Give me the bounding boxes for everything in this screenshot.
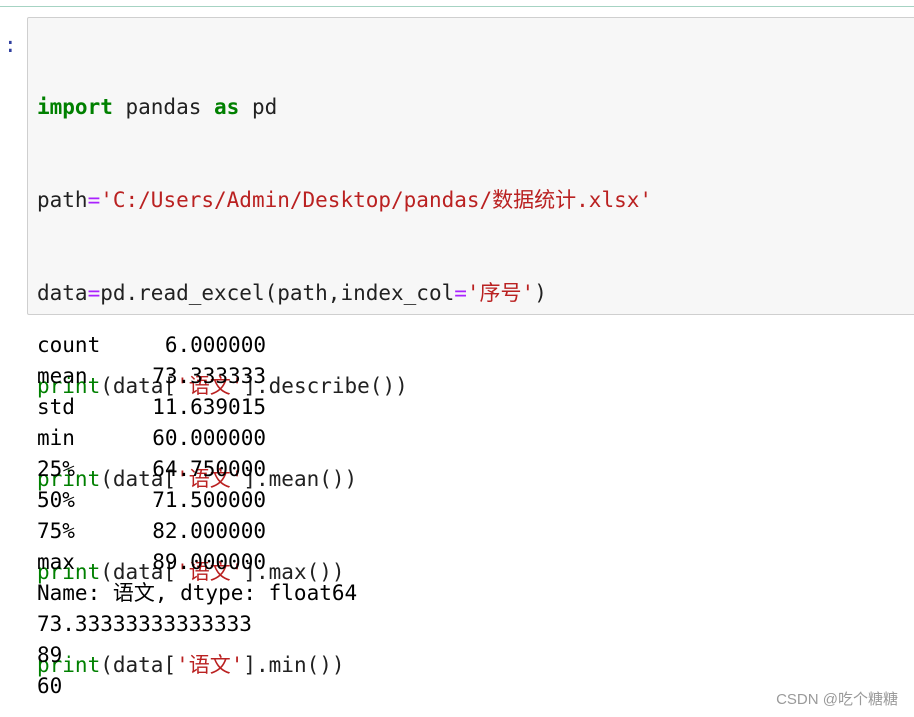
describe-row: std 11.639015 bbox=[37, 392, 357, 423]
describe-row: max 89.000000 bbox=[37, 547, 357, 578]
keyword-import: import bbox=[37, 95, 113, 119]
variable-data: data bbox=[37, 281, 88, 305]
code-call: pd.read_excel(path,index_col bbox=[100, 281, 455, 305]
code-text: pandas bbox=[112, 95, 215, 119]
stat-key: max bbox=[37, 550, 75, 574]
stat-key: std bbox=[37, 395, 75, 419]
code-line-1: import pandas as pd bbox=[37, 92, 652, 123]
stat-value: 6.000000 bbox=[164, 333, 266, 357]
string-index-col: '序号' bbox=[466, 281, 535, 305]
cell-separator bbox=[0, 6, 914, 7]
stat-key: 75% bbox=[37, 519, 75, 543]
input-prompt: : bbox=[4, 33, 17, 57]
describe-row: count 6.000000 bbox=[37, 330, 357, 361]
describe-row: min 60.000000 bbox=[37, 423, 357, 454]
min-output: 60 bbox=[37, 674, 63, 698]
code-line-2: path='C:/Users/Admin/Desktop/pandas/数据统计… bbox=[37, 185, 652, 216]
watermark: CSDN @吃个糖糖 bbox=[776, 691, 898, 708]
stat-key: 50% bbox=[37, 488, 75, 512]
stat-value: 11.639015 bbox=[152, 395, 266, 419]
describe-row: 50% 71.500000 bbox=[37, 485, 357, 516]
stat-value: 89.000000 bbox=[152, 550, 266, 574]
operator-equals: = bbox=[454, 281, 467, 305]
stat-value: 60.000000 bbox=[152, 426, 266, 450]
stat-value: 71.500000 bbox=[152, 488, 266, 512]
operator-equals: = bbox=[87, 281, 101, 305]
describe-row: 25% 64.750000 bbox=[37, 454, 357, 485]
notebook-page: : import pandas as pd path='C:/Users/Adm… bbox=[0, 0, 914, 717]
code-text: pd bbox=[239, 95, 278, 119]
code-text: ) bbox=[534, 281, 547, 305]
stat-value: 73.333333 bbox=[152, 364, 266, 388]
code-cell[interactable]: import pandas as pd path='C:/Users/Admin… bbox=[27, 17, 914, 677]
series-name-line: Name: 语文, dtype: float64 bbox=[37, 581, 358, 605]
max-output: 89 bbox=[37, 643, 63, 667]
stat-key: mean bbox=[37, 364, 88, 388]
keyword-as: as bbox=[214, 95, 240, 119]
stat-key: min bbox=[37, 426, 75, 450]
describe-row: 75% 82.000000 bbox=[37, 516, 357, 547]
stat-key: count bbox=[37, 333, 101, 357]
cell-output: count 6.000000 mean 73.333333 std 11.639015… bbox=[37, 330, 357, 702]
operator-equals: = bbox=[87, 188, 101, 212]
string-file-path: 'C:/Users/Admin/Desktop/pandas/数据统计.xlsx… bbox=[100, 188, 653, 212]
stat-key: 25% bbox=[37, 457, 75, 481]
describe-row: mean 73.333333 bbox=[37, 361, 357, 392]
variable-path: path bbox=[37, 188, 88, 212]
mean-output: 73.33333333333333 bbox=[37, 612, 252, 636]
stat-value: 82.000000 bbox=[152, 519, 266, 543]
stat-value: 64.750000 bbox=[152, 457, 266, 481]
code-line-3: data=pd.read_excel(path,index_col='序号') bbox=[37, 278, 652, 309]
